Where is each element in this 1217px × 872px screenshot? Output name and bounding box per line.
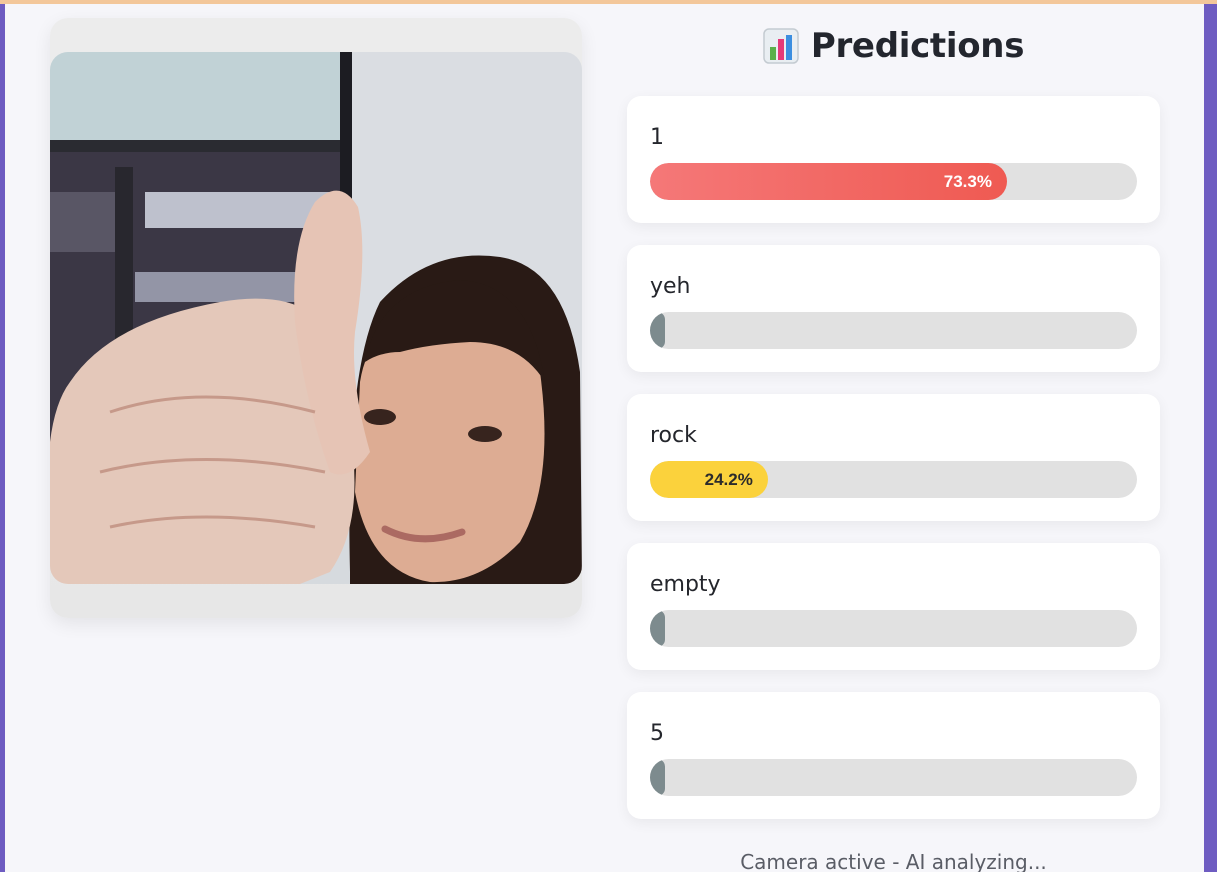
predictions-panel: Predictions 1 73.3% yeh rock 24.2% empty…	[627, 18, 1160, 841]
prediction-label: 1	[650, 125, 664, 150]
prediction-card: 1 73.3%	[627, 96, 1160, 223]
prediction-card: yeh	[627, 245, 1160, 372]
prediction-label: yeh	[650, 274, 691, 299]
confidence-percent: 73.3%	[943, 171, 992, 191]
confidence-bar-track	[650, 759, 1137, 796]
confidence-bar-track	[650, 312, 1137, 349]
prediction-card: empty	[627, 543, 1160, 670]
confidence-percent: 24.2%	[704, 469, 753, 489]
confidence-bar-fill: 24.2%	[650, 461, 768, 498]
confidence-bar-track: 73.3%	[650, 163, 1137, 200]
camera-card	[50, 18, 582, 618]
confidence-bar-track	[650, 610, 1137, 647]
confidence-bar-fill: 73.3%	[650, 163, 1007, 200]
confidence-bar-fill	[650, 610, 665, 647]
bar-chart-icon	[763, 28, 799, 64]
main-panel: Predictions 1 73.3% yeh rock 24.2% empty…	[5, 4, 1204, 872]
page-title: Predictions	[810, 26, 1025, 66]
prediction-card: 5	[627, 692, 1160, 819]
prediction-list: 1 73.3% yeh rock 24.2% empty 5	[627, 96, 1160, 819]
prediction-card: rock 24.2%	[627, 394, 1160, 521]
confidence-bar-fill	[650, 312, 665, 349]
webcam-feed	[50, 52, 582, 584]
predictions-header: Predictions	[627, 18, 1160, 74]
prediction-label: empty	[650, 572, 721, 597]
prediction-label: rock	[650, 423, 697, 448]
prediction-label: 5	[650, 721, 664, 746]
confidence-bar-fill	[650, 759, 665, 796]
status-text: Camera active - AI analyzing...	[740, 850, 1047, 872]
confidence-bar-track: 24.2%	[650, 461, 1137, 498]
